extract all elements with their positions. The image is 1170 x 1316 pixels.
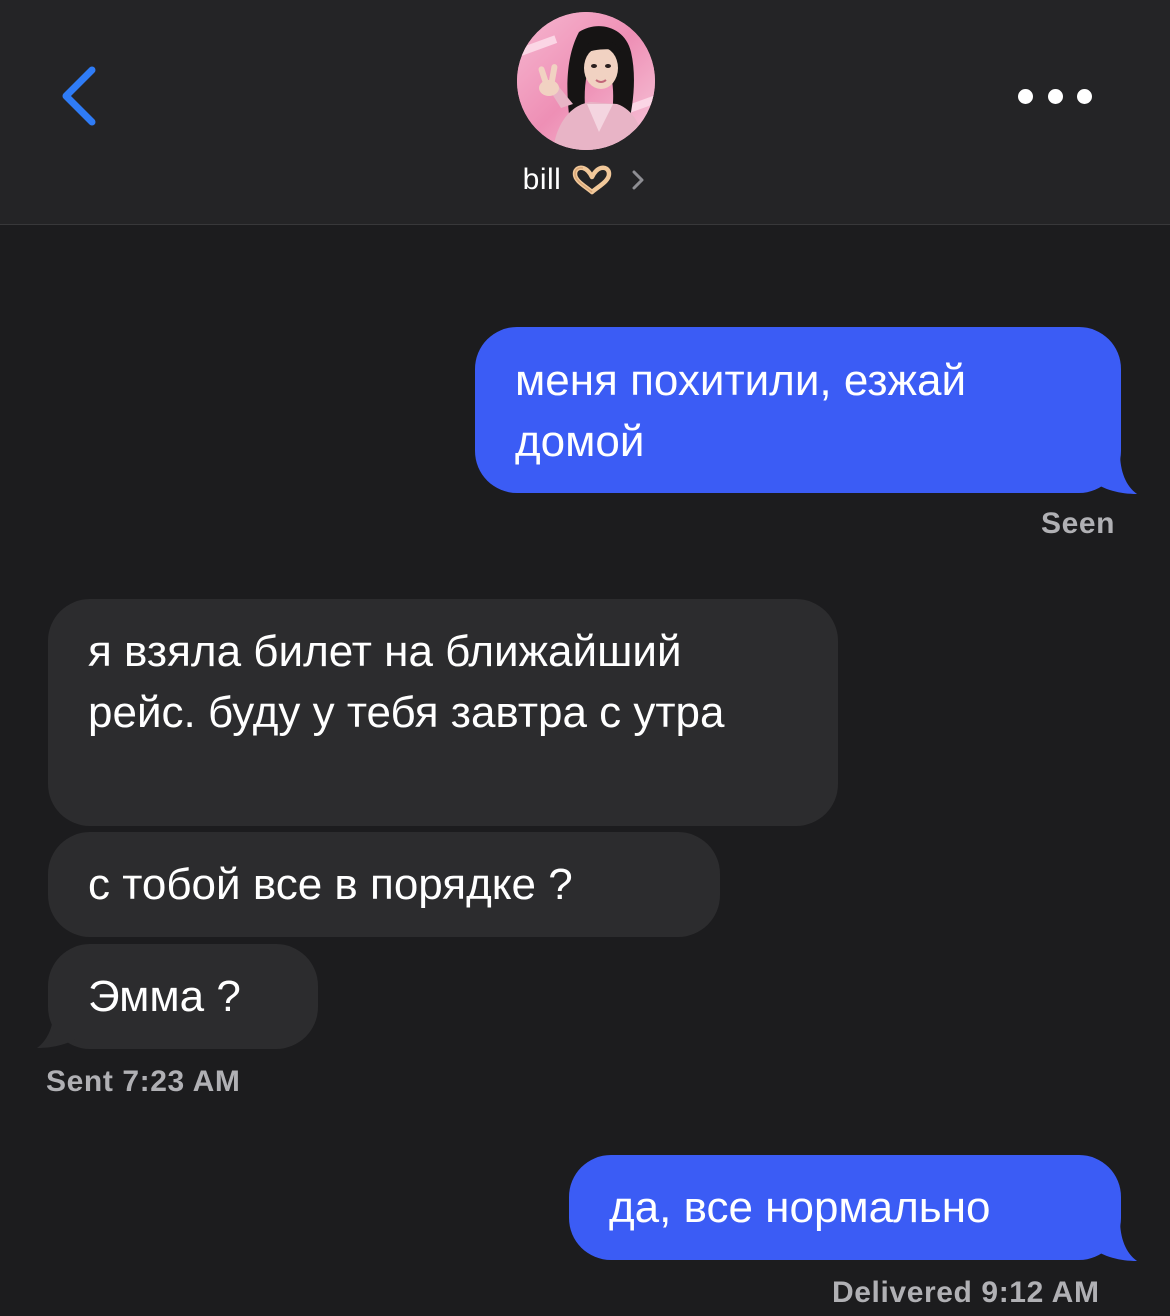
chevron-left-icon — [62, 66, 96, 126]
chevron-right-icon — [632, 170, 644, 190]
more-dot-icon — [1018, 88, 1033, 104]
more-options-button[interactable] — [1018, 82, 1092, 110]
bubble-tail — [1090, 1219, 1137, 1261]
avatar[interactable] — [517, 12, 655, 150]
more-dot-icon — [1047, 88, 1063, 104]
contact-name: bill — [522, 163, 562, 196]
conversation-header: bill — [0, 0, 1170, 225]
message-text: с тобой все в порядке ? — [88, 860, 573, 909]
seen-status: Seen — [1041, 507, 1116, 540]
message-bubble-sent[interactable]: меня похитили, езжай домой — [475, 327, 1121, 493]
back-button[interactable] — [50, 60, 110, 130]
conversation-screen: bill меня похитили, езжай домой Seen я в… — [0, 0, 1170, 1316]
message-bubble-sent[interactable]: да, все нормально — [569, 1155, 1121, 1260]
message-text: я взяла билет на ближайший рейс. буду у … — [88, 627, 725, 737]
sent-timestamp: Sent 7:23 AM — [46, 1065, 241, 1098]
message-text: меня похитили, езжай домой — [515, 356, 967, 466]
message-text: да, все нормально — [609, 1183, 991, 1232]
delivered-status: Delivered 9:12 AM — [832, 1276, 1100, 1309]
contact-info-button[interactable]: bill — [0, 158, 1170, 202]
message-bubble-received[interactable]: Эмма ? — [48, 944, 318, 1049]
message-bubble-received[interactable]: я взяла билет на ближайший рейс. буду у … — [48, 599, 838, 826]
more-dot-icon — [1077, 88, 1092, 104]
bubble-tail — [37, 1006, 84, 1048]
heart-hands-icon — [573, 165, 612, 195]
message-text: Эмма ? — [88, 972, 241, 1021]
avatar-image — [517, 12, 655, 150]
bubble-tail — [1090, 452, 1137, 494]
message-bubble-received[interactable]: с тобой все в порядке ? — [48, 832, 720, 937]
